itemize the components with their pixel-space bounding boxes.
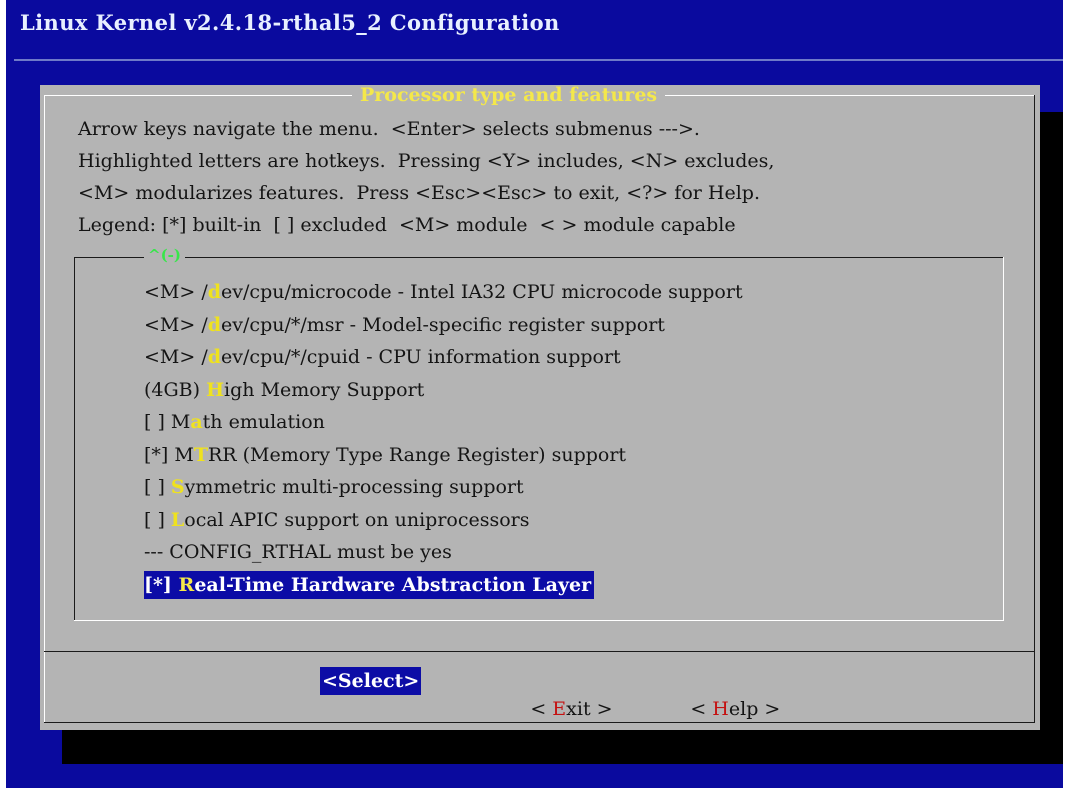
- menu-item-hotkey: L: [170, 508, 185, 531]
- menu-item-label: ocal APIC support on uniprocessors: [184, 508, 530, 531]
- menu-item[interactable]: [ ] Symmetric multi-processing support: [144, 473, 527, 501]
- help-button[interactable]: < Help >: [640, 667, 782, 720]
- help-button-pre: <: [690, 698, 713, 720]
- menu-item-prefix: [ ] M: [144, 411, 191, 433]
- menu-item-hotkey: R: [178, 573, 195, 596]
- menu-item[interactable]: [*] MTRR (Memory Type Range Register) su…: [144, 441, 629, 469]
- menu-border-top: [74, 257, 1004, 258]
- menu-item[interactable]: <M> /dev/cpu/*/cpuid - CPU information s…: [144, 343, 624, 371]
- menu-item[interactable]: --- CONFIG_RTHAL must be yes: [144, 538, 455, 566]
- menu-item-hotkey: d: [207, 346, 222, 368]
- menu-item-prefix: <M> /: [144, 281, 208, 303]
- menu-item-prefix: [*] M: [144, 443, 194, 466]
- menu-item[interactable]: <M> /dev/cpu/*/msr - Model-specific regi…: [144, 311, 668, 339]
- menu-border-right: [1003, 257, 1004, 621]
- backtitle-rule: [14, 59, 1063, 61]
- help-button-hotkey: H: [712, 698, 729, 720]
- help-button-post: elp >: [728, 698, 781, 720]
- menu-item-label: th emulation: [202, 411, 325, 433]
- menu-item-selected[interactable]: [*] Real-Time Hardware Abstraction Layer: [144, 570, 595, 599]
- menu-item[interactable]: [ ] Math emulation: [144, 408, 328, 436]
- scroll-up-indicator[interactable]: ^(-): [144, 245, 185, 265]
- backtitle: Linux Kernel v2.4.18-rthal5_2 Configurat…: [20, 10, 560, 35]
- menuconfig-dialog: Processor type and features Arrow keys n…: [40, 85, 1040, 730]
- exit-button-pre: <: [530, 698, 553, 720]
- menu-list[interactable]: ^(-) <M> /dev/cpu/microcode - Intel IA32…: [74, 245, 1012, 621]
- menu-border-left: [74, 257, 75, 621]
- help-text-line: <M> modularizes features. Press <Esc><Es…: [78, 182, 760, 204]
- exit-button-hotkey: E: [552, 698, 567, 720]
- button-separator: [44, 651, 1034, 652]
- menu-item-hotkey: d: [207, 281, 222, 303]
- menu-item-label: ev/cpu/microcode - Intel IA32 CPU microc…: [221, 281, 743, 303]
- menu-item-prefix: (4GB): [144, 378, 207, 401]
- menu-item-label: igh Memory Support: [224, 378, 425, 401]
- menu-item-label: eal-Time Hardware Abstraction Layer: [194, 573, 592, 596]
- menu-item-prefix: <M> /: [144, 346, 208, 368]
- terminal-screen: Linux Kernel v2.4.18-rthal5_2 Configurat…: [6, 0, 1063, 788]
- help-text-line: Arrow keys navigate the menu. <Enter> se…: [78, 118, 700, 140]
- menu-item-prefix: [*]: [144, 573, 179, 596]
- menu-item-hotkey: T: [193, 443, 208, 466]
- button-row: <Select> < Exit > < Help >: [40, 653, 1040, 730]
- menu-item[interactable]: (4GB) High Memory Support: [144, 376, 427, 404]
- menu-item-prefix: <M> /: [144, 313, 208, 336]
- menu-item-hotkey: d: [207, 313, 222, 336]
- menu-item-label: ev/cpu/*/cpuid - CPU information support: [221, 346, 621, 368]
- select-button[interactable]: <Select>: [320, 667, 422, 695]
- menu-item-label: ymmetric multi-processing support: [184, 476, 524, 498]
- dialog-border-right: [1034, 95, 1035, 723]
- exit-button-post: xit >: [566, 698, 613, 720]
- menu-item-prefix: [ ]: [144, 476, 171, 498]
- menu-item-label: ev/cpu/*/msr - Model-specific register s…: [221, 313, 665, 336]
- help-text-line: Highlighted letters are hotkeys. Pressin…: [78, 150, 775, 172]
- dialog-title: Processor type and features: [352, 85, 666, 105]
- menu-item-hotkey: a: [190, 411, 203, 433]
- help-text-line: Legend: [*] built-in [ ] excluded <M> mo…: [78, 214, 736, 236]
- menu-item[interactable]: [ ] Local APIC support on uniprocessors: [144, 506, 533, 534]
- menu-item-prefix: [ ]: [144, 508, 171, 531]
- menu-border-bottom: [74, 620, 1004, 621]
- exit-button[interactable]: < Exit >: [480, 667, 615, 720]
- menu-item-hotkey: H: [206, 378, 225, 401]
- menu-item-hotkey: S: [170, 476, 185, 498]
- menu-item-label: RR (Memory Type Range Register) support: [207, 443, 627, 466]
- dialog-border-left: [44, 95, 45, 723]
- menu-item[interactable]: <M> /dev/cpu/microcode - Intel IA32 CPU …: [144, 278, 746, 306]
- menu-item-prefix: --- CONFIG_RTHAL must be yes: [144, 541, 452, 563]
